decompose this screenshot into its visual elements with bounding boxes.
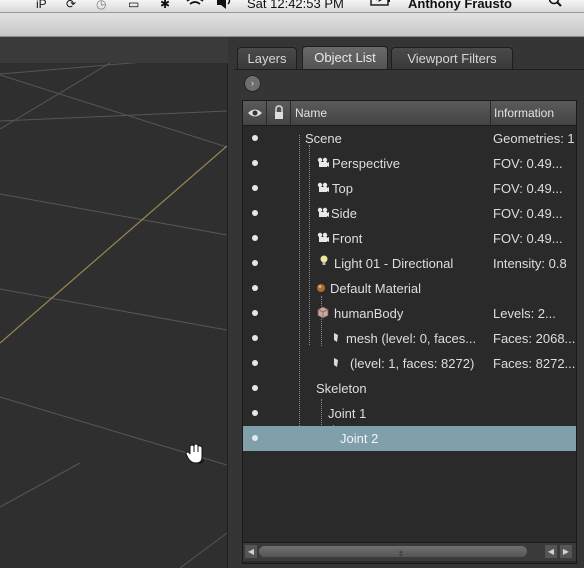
list-item[interactable]: Perspective FOV: 0.49...	[243, 151, 576, 176]
camera-icon	[317, 176, 329, 201]
information-column-header[interactable]: Information	[491, 101, 576, 125]
tab-layers[interactable]: Layers	[237, 47, 297, 69]
list-item[interactable]: humanBody Levels: 2...	[243, 301, 576, 326]
volume-icon[interactable]	[216, 0, 234, 12]
row-name: Front	[332, 231, 363, 246]
camera-icon	[317, 226, 329, 251]
row-info: Geometries: 1	[493, 131, 575, 146]
row-info: Faces: 2068...	[493, 331, 576, 346]
object-list-panel: Layers Object List Viewport Filters › Na…	[234, 37, 584, 568]
visibility-toggle[interactable]	[252, 160, 258, 166]
time-machine-icon[interactable]: ◷	[96, 0, 106, 11]
row-info	[493, 376, 576, 401]
sync-icon[interactable]: ⟳	[66, 0, 76, 11]
list-item[interactable]: Scene Geometries: 1	[243, 126, 576, 151]
tab-viewport-filters[interactable]: Viewport Filters	[391, 47, 513, 69]
visibility-toggle[interactable]	[252, 310, 258, 316]
row-name: (level: 1, faces: 8272)	[350, 356, 475, 371]
list-item[interactable]: Skeleton	[243, 376, 576, 401]
lock-column-lock-icon[interactable]	[267, 101, 291, 125]
list-item[interactable]: Top FOV: 0.49...	[243, 176, 576, 201]
row-name: Side	[331, 206, 358, 221]
light-bulb-icon	[319, 251, 329, 276]
viewport-grid	[0, 63, 227, 568]
visibility-toggle[interactable]	[252, 385, 258, 391]
panel-options-button[interactable]: ›	[244, 75, 261, 92]
object-list-table: Name Information Scene Geometries: 1 Per…	[242, 100, 577, 564]
hand-cursor-icon	[185, 443, 205, 466]
visibility-toggle[interactable]	[252, 235, 258, 241]
row-info: Faces: 8272...	[493, 356, 576, 371]
list-item[interactable]: Joint 1	[243, 401, 576, 426]
horizontal-scrollbar[interactable]: ◀ ⦙⦙⦙⦙⦙ ◀ ▶	[243, 542, 576, 561]
camera-icon	[317, 201, 329, 226]
row-name: Default Material	[330, 281, 422, 296]
bluetooth-icon[interactable]: ✱	[160, 0, 170, 11]
row-info	[493, 401, 576, 426]
menubar-clock[interactable]: Sat 12:42:53 PM	[247, 0, 344, 12]
list-item[interactable]: mesh (level: 0, faces... Faces: 2068...	[243, 326, 576, 351]
row-info: Intensity: 0.8	[493, 256, 567, 271]
row-name: humanBody	[334, 306, 404, 321]
name-column-header[interactable]: Name	[291, 101, 491, 125]
tab-divider	[234, 69, 584, 70]
visibility-toggle[interactable]	[252, 435, 258, 441]
list-item[interactable]: Front FOV: 0.49...	[243, 226, 576, 251]
row-info: FOV: 0.49...	[493, 231, 563, 246]
list-item[interactable]: Default Material	[243, 276, 576, 301]
spotlight-search-icon[interactable]	[548, 0, 562, 12]
row-name: Light 01 - Directional	[334, 256, 454, 271]
list-item[interactable]: Side FOV: 0.49...	[243, 201, 576, 226]
row-info	[493, 426, 576, 451]
scrollbar-grip: ⦙⦙⦙⦙⦙	[399, 551, 403, 558]
scroll-left-button[interactable]: ◀	[245, 545, 257, 558]
x-axis-line	[0, 145, 227, 344]
visibility-toggle[interactable]	[252, 185, 258, 191]
row-name: Perspective	[332, 156, 400, 171]
row-info: FOV: 0.49...	[493, 156, 563, 171]
tab-object-list[interactable]: Object List	[302, 46, 388, 69]
row-name: Top	[332, 181, 353, 196]
row-name: Joint 1	[328, 406, 367, 421]
row-name: Scene	[305, 131, 342, 146]
list-item-selected[interactable]: Joint 2	[243, 426, 576, 451]
row-name: mesh (level: 0, faces...	[346, 331, 477, 346]
visibility-toggle[interactable]	[252, 135, 258, 141]
visibility-toggle[interactable]	[252, 285, 258, 291]
visibility-column-eye-icon[interactable]	[243, 101, 267, 125]
geometry-icon	[317, 301, 329, 326]
scroll-left-button-2[interactable]: ◀	[545, 545, 557, 558]
visibility-toggle[interactable]	[252, 360, 258, 366]
list-item[interactable]: Light 01 - Directional Intensity: 0.8	[243, 251, 576, 276]
mesh-icon	[331, 351, 341, 376]
window-toolbar	[0, 13, 584, 37]
row-info: Levels: 2...	[493, 306, 556, 321]
row-info: FOV: 0.49...	[493, 206, 563, 221]
visibility-toggle[interactable]	[252, 335, 258, 341]
battery-icon[interactable]	[370, 0, 392, 12]
row-info	[493, 276, 576, 301]
display-icon[interactable]: ▭	[128, 0, 139, 11]
table-header: Name Information	[243, 101, 576, 126]
visibility-toggle[interactable]	[252, 410, 258, 416]
camera-icon	[317, 151, 329, 176]
visibility-toggle[interactable]	[252, 260, 258, 266]
scroll-right-button[interactable]: ▶	[560, 545, 572, 558]
menubar-user[interactable]: Anthony Frausto	[408, 0, 512, 12]
3d-viewport[interactable]	[0, 63, 228, 568]
list-item[interactable]: (level: 1, faces: 8272) Faces: 8272...	[243, 351, 576, 376]
scrollbar-thumb[interactable]: ⦙⦙⦙⦙⦙	[259, 546, 527, 558]
row-name: Skeleton	[316, 381, 367, 396]
row-name: Joint 2	[340, 431, 379, 446]
material-sphere-icon	[316, 276, 326, 301]
ip-status-icon[interactable]: iP	[36, 0, 47, 11]
menu-bar: iP ⟳ ◷ ▭ ✱ Sat 12:42:53 PM Anthony Fraus…	[0, 0, 584, 13]
visibility-toggle[interactable]	[252, 210, 258, 216]
row-info: FOV: 0.49...	[493, 181, 563, 196]
wifi-icon[interactable]	[186, 0, 204, 12]
mesh-icon	[331, 326, 341, 351]
